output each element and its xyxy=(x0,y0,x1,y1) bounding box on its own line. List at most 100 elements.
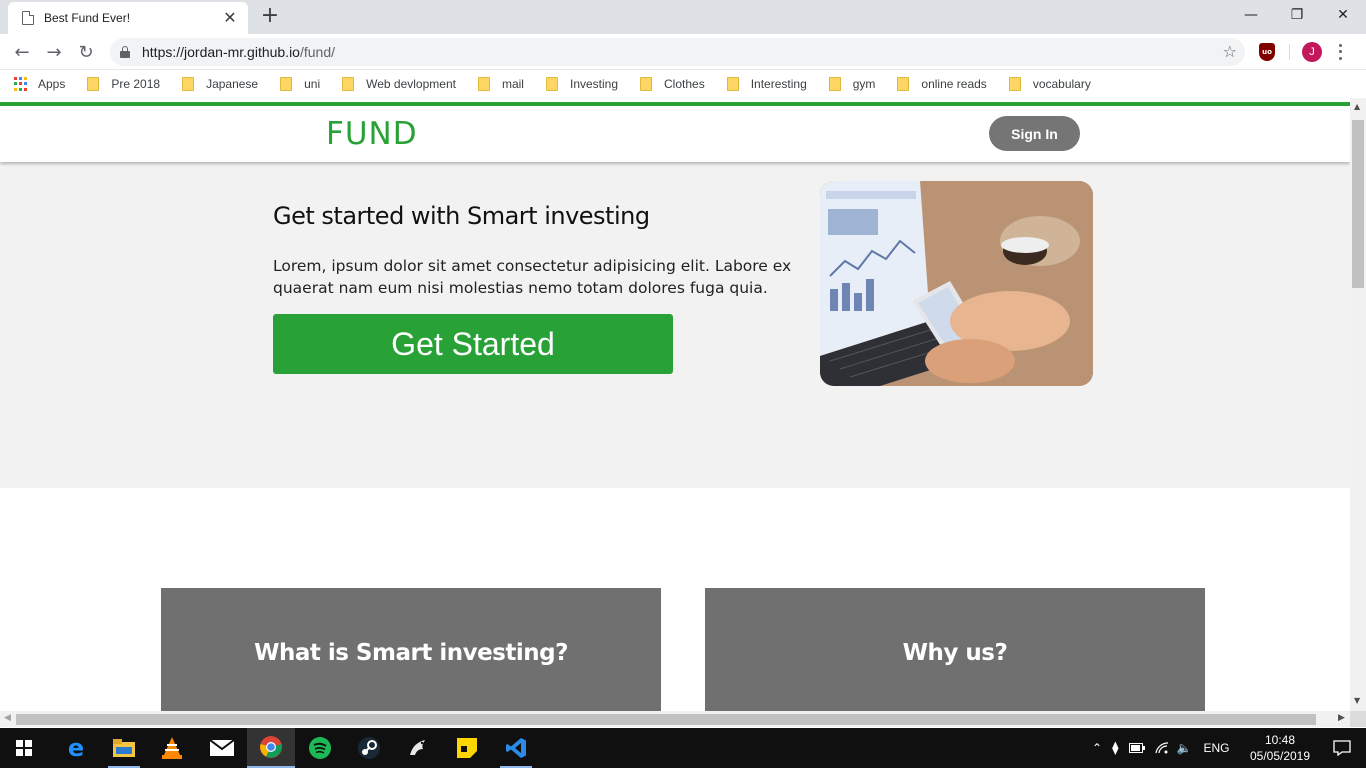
toolbar-divider xyxy=(1289,44,1290,60)
hero-image-laptop-phone xyxy=(820,181,1093,386)
info-card: What is Smart investing? xyxy=(161,588,661,711)
bookmark-label: vocabulary xyxy=(1032,77,1091,91)
bookmark-folder[interactable]: mail xyxy=(472,77,524,91)
bookmark-label: Web devlopment xyxy=(366,77,456,91)
windows-start-icon[interactable] xyxy=(0,728,48,768)
bookmarks-bar: Apps Pre 2018 Japanese uni Web devlopmen… xyxy=(0,70,1366,98)
vertical-scroll-thumb[interactable] xyxy=(1352,120,1364,288)
windows-taskbar: e ⌃ ⧫ 🔈 ENG 10:48 05/05/2019 xyxy=(0,728,1366,768)
bookmark-label: online reads xyxy=(921,77,987,91)
scroll-down-arrow-icon[interactable]: ▼ xyxy=(1354,696,1360,705)
new-tab-button[interactable]: + xyxy=(258,4,282,28)
folder-icon xyxy=(280,77,293,91)
browser-toolbar: ← → ↻ https://jordan-mr.github.io/fund/ … xyxy=(0,34,1366,70)
scroll-up-arrow-icon[interactable]: ▲ xyxy=(1354,102,1360,111)
folder-icon xyxy=(342,77,355,91)
folder-icon xyxy=(477,77,490,91)
address-bar[interactable]: https://jordan-mr.github.io/fund/ ☆ xyxy=(110,38,1245,66)
bookmark-folder[interactable]: online reads xyxy=(891,77,987,91)
back-icon[interactable]: ← xyxy=(10,40,34,64)
bookmark-folder[interactable]: gym xyxy=(823,77,876,91)
bookmark-label: Investing xyxy=(569,77,619,91)
bookmark-label: gym xyxy=(852,77,876,91)
page-icon xyxy=(22,11,34,25)
bookmark-folder[interactable]: Web devlopment xyxy=(336,77,456,91)
tab-title: Best Fund Ever! xyxy=(44,11,131,25)
bookmark-folder[interactable]: Clothes xyxy=(634,77,705,91)
kebab-menu-icon[interactable] xyxy=(1338,42,1342,62)
info-card: Why us? xyxy=(705,588,1205,711)
edge-icon[interactable]: e xyxy=(52,728,100,768)
window-controls: — ❐ ✕ xyxy=(1228,0,1366,30)
language-indicator[interactable]: ENG xyxy=(1203,741,1229,755)
profile-avatar[interactable]: J xyxy=(1302,42,1322,62)
bird-app-icon[interactable] xyxy=(394,728,442,768)
bookmark-apps[interactable]: Apps xyxy=(14,77,65,91)
card-title: What is Smart investing? xyxy=(254,640,568,666)
wifi-icon[interactable] xyxy=(1154,742,1169,754)
taskbar-clock[interactable]: 10:48 05/05/2019 xyxy=(1248,732,1312,764)
hero-description: Lorem, ipsum dolor sit amet consectetur … xyxy=(273,257,792,297)
page-viewport: FUND Sign In Get started with Smart inve… xyxy=(0,98,1350,711)
vertical-scrollbar[interactable]: ▲ ▼ xyxy=(1350,98,1366,711)
folder-icon xyxy=(545,77,558,91)
get-started-button[interactable]: Get Started xyxy=(273,314,673,374)
system-tray: ⌃ ⧫ 🔈 ENG xyxy=(1092,728,1229,768)
vlc-icon[interactable] xyxy=(148,728,196,768)
bookmark-label: uni xyxy=(304,77,321,91)
steam-icon[interactable] xyxy=(345,728,393,768)
volume-icon[interactable]: 🔈 xyxy=(1177,741,1192,755)
tab-strip: Best Fund Ever! ✕ + — ❐ ✕ xyxy=(0,0,1366,34)
tray-chevron-up-icon[interactable]: ⌃ xyxy=(1092,741,1102,755)
bookmark-folder[interactable]: Interesting xyxy=(721,77,807,91)
minimize-icon[interactable]: — xyxy=(1228,0,1274,30)
horizontal-scroll-thumb[interactable] xyxy=(16,714,1316,725)
bookmark-folder[interactable]: Investing xyxy=(540,77,618,91)
spotify-icon[interactable] xyxy=(296,728,344,768)
ublock-extension-icon[interactable]: uo xyxy=(1259,43,1275,61)
scrollbar-corner xyxy=(1350,711,1366,727)
site-logo[interactable]: FUND xyxy=(326,116,418,152)
folder-icon xyxy=(640,77,653,91)
site-header: FUND Sign In xyxy=(0,106,1350,162)
url-text: https://jordan-mr.github.io/fund/ xyxy=(142,44,336,60)
bookmark-folder[interactable]: uni xyxy=(274,77,320,91)
folder-icon xyxy=(182,77,195,91)
clock-time: 10:48 xyxy=(1264,733,1296,747)
close-tab-icon[interactable]: ✕ xyxy=(222,10,238,26)
scroll-right-arrow-icon[interactable]: ▶ xyxy=(1338,713,1345,723)
chrome-icon[interactable] xyxy=(247,728,295,768)
forward-icon[interactable]: → xyxy=(42,40,66,64)
bookmark-label: Japanese xyxy=(206,77,259,91)
card-title: Why us? xyxy=(902,640,1008,666)
close-window-icon[interactable]: ✕ xyxy=(1320,0,1366,30)
horizontal-scrollbar[interactable]: ◀ ▶ xyxy=(0,711,1350,727)
reload-icon[interactable]: ↻ xyxy=(74,40,98,64)
folder-icon xyxy=(726,77,739,91)
notification-center-icon[interactable] xyxy=(1318,728,1366,768)
sticky-notes-icon[interactable] xyxy=(443,728,491,768)
lock-icon xyxy=(120,46,130,58)
mail-icon[interactable] xyxy=(198,728,246,768)
dropbox-icon[interactable]: ⧫ xyxy=(1112,740,1118,756)
folder-icon xyxy=(828,77,841,91)
clock-date: 05/05/2019 xyxy=(1249,749,1311,763)
bookmark-star-icon[interactable]: ☆ xyxy=(1223,42,1237,61)
restore-icon[interactable]: ❐ xyxy=(1274,0,1320,30)
hero-title: Get started with Smart investing xyxy=(273,202,650,230)
scroll-left-arrow-icon[interactable]: ◀ xyxy=(4,713,11,723)
bookmark-folder[interactable]: Pre 2018 xyxy=(81,77,160,91)
bookmark-label: Clothes xyxy=(664,77,705,91)
file-explorer-icon[interactable] xyxy=(100,728,148,768)
browser-tab[interactable]: Best Fund Ever! ✕ xyxy=(8,2,248,34)
bookmark-folder[interactable]: Japanese xyxy=(176,77,258,91)
bookmark-label: Interesting xyxy=(750,77,807,91)
bookmark-label: Pre 2018 xyxy=(111,77,161,91)
bookmark-label: Apps xyxy=(38,77,66,91)
bookmark-folder[interactable]: vocabulary xyxy=(1003,77,1091,91)
battery-icon[interactable] xyxy=(1128,743,1145,753)
sign-in-button[interactable]: Sign In xyxy=(989,116,1080,151)
vscode-icon[interactable] xyxy=(492,728,540,768)
hero-section: Get started with Smart investing Lorem, … xyxy=(0,162,1350,488)
folder-icon xyxy=(87,77,100,91)
